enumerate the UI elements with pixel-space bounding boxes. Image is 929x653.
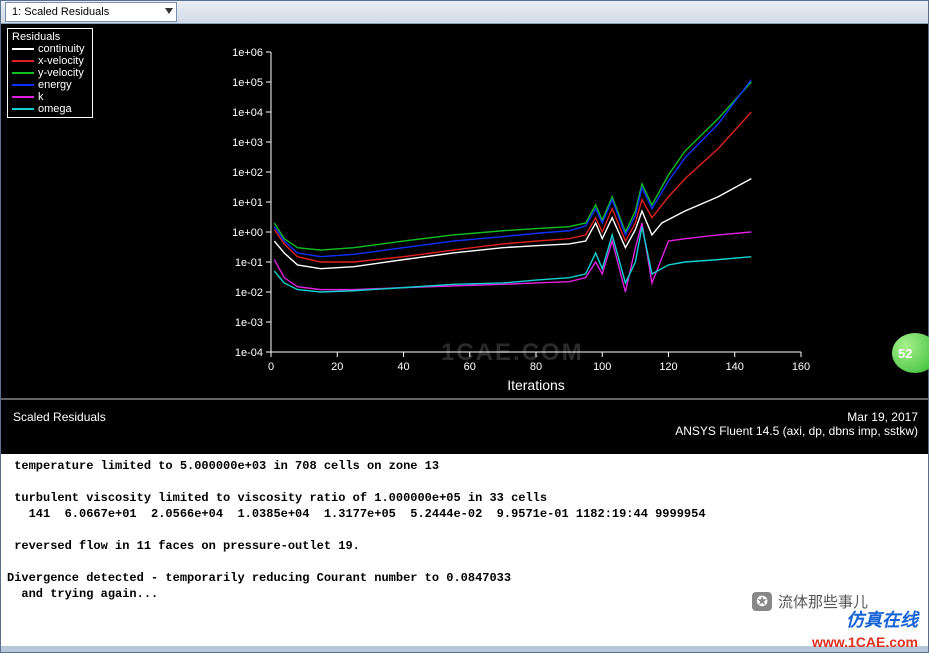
svg-text:160: 160 (792, 361, 810, 373)
svg-text:20: 20 (331, 361, 343, 373)
svg-text:1e+06: 1e+06 (232, 47, 263, 59)
legend-title: Residuals (12, 31, 84, 43)
legend-label: x-velocity (38, 55, 84, 67)
console-output: temperature limited to 5.000000e+03 in 7… (1, 454, 928, 646)
legend-swatch (12, 60, 34, 62)
watermark-site-url: www.1CAE.com (812, 634, 918, 650)
legend-label: continuity (38, 43, 84, 55)
svg-text:140: 140 (726, 361, 744, 373)
legend-swatch (12, 72, 34, 74)
svg-text:1e-02: 1e-02 (235, 287, 263, 299)
svg-text:60: 60 (464, 361, 476, 373)
svg-text:1e+03: 1e+03 (232, 137, 263, 149)
plot-footer: Scaled Residuals Mar 19, 2017 ANSYS Flue… (1, 398, 928, 454)
svg-text:1e+05: 1e+05 (232, 77, 263, 89)
svg-text:1e+04: 1e+04 (232, 107, 263, 119)
legend-label: omega (38, 103, 72, 115)
svg-text:0: 0 (268, 361, 274, 373)
legend-swatch (12, 96, 34, 98)
legend-label: k (38, 91, 44, 103)
svg-text:1e+02: 1e+02 (232, 167, 263, 179)
legend-label: y-velocity (38, 67, 84, 79)
svg-text:1e+00: 1e+00 (232, 227, 263, 239)
legend-label: energy (38, 79, 72, 91)
legend-item: continuity (12, 43, 84, 55)
toolbar: 1: Scaled Residuals (1, 1, 928, 24)
svg-text:40: 40 (397, 361, 409, 373)
legend-item: y-velocity (12, 67, 84, 79)
legend-swatch (12, 84, 34, 86)
svg-text:1e+01: 1e+01 (232, 197, 263, 209)
plot-footer-product: ANSYS Fluent 14.5 (axi, dp, dbns imp, ss… (675, 424, 918, 438)
svg-text:1e-01: 1e-01 (235, 257, 263, 269)
watermark-site-cn: 仿真在线 (846, 606, 918, 632)
plot-area: Residuals continuityx-velocityy-velocity… (1, 24, 928, 454)
legend-item: omega (12, 103, 84, 115)
svg-text:80: 80 (530, 361, 542, 373)
svg-text:1e-03: 1e-03 (235, 317, 263, 329)
residuals-chart: 1e-04 1e-03 1e-02 1e-01 1e+00 1e+01 1e+02 1e+03… (201, 42, 811, 402)
legend-item: energy (12, 79, 84, 91)
svg-text:1e-04: 1e-04 (235, 347, 263, 359)
legend-swatch (12, 48, 34, 50)
legend-swatch (12, 108, 34, 110)
svg-text:120: 120 (659, 361, 677, 373)
chevron-down-icon (165, 8, 173, 14)
svg-text:Iterations: Iterations (507, 377, 565, 393)
legend-item: k (12, 91, 84, 103)
svg-text:100: 100 (593, 361, 611, 373)
legend-item: x-velocity (12, 55, 84, 67)
view-selector-dropdown[interactable]: 1: Scaled Residuals (5, 2, 177, 22)
app-window: 1: Scaled Residuals Residuals continuity… (0, 0, 929, 653)
plot-footer-date: Mar 19, 2017 (675, 410, 918, 424)
plot-footer-title: Scaled Residuals (13, 410, 106, 424)
wechat-icon: ✪ (752, 592, 772, 611)
legend: Residuals continuityx-velocityy-velocity… (7, 28, 93, 118)
view-selector-label: 1: Scaled Residuals (12, 6, 109, 18)
side-badge-value: 52 (898, 346, 912, 361)
